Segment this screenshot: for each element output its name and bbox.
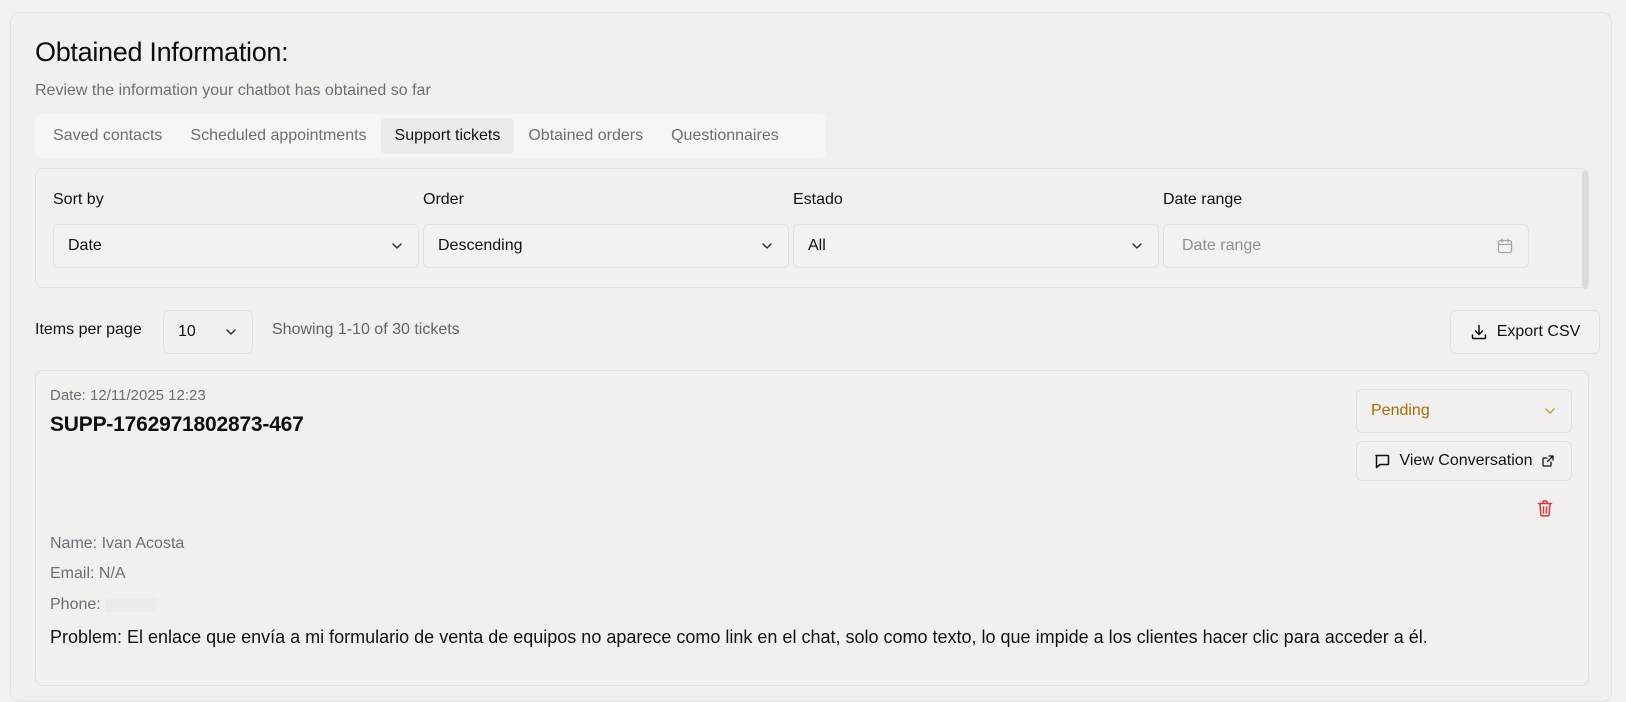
ticket-date: Date: 12/11/2025 12:23 <box>50 387 206 404</box>
ticket-name: Name: Ivan Acosta <box>50 535 185 552</box>
filters-panel: Sort by Date Order Descending Estado All… <box>35 168 1589 289</box>
tab-scheduled-appointments[interactable]: Scheduled appointments <box>176 118 380 154</box>
date-range-placeholder: Date range <box>1182 237 1262 254</box>
download-icon <box>1471 324 1486 340</box>
view-conversation-label: View Conversation <box>1399 452 1533 469</box>
tab-obtained-orders[interactable]: Obtained orders <box>514 118 657 154</box>
tab-questionnaires[interactable]: Questionnaires <box>657 118 793 154</box>
chevron-down-icon <box>392 243 402 249</box>
sort-by-select[interactable]: Date <box>53 224 419 268</box>
order-field: Order Descending <box>423 191 789 268</box>
chevron-down-icon <box>1545 408 1555 414</box>
ticket-card: Date: 12/11/2025 12:23 SUPP-176297180287… <box>35 370 1589 686</box>
items-per-page-value: 10 <box>178 323 196 340</box>
page-title: Obtained Information: <box>35 37 289 67</box>
obtained-info-panel: Obtained Information: Review the informa… <box>10 12 1612 702</box>
status-select[interactable]: Pending <box>1356 389 1572 433</box>
filters-scrollbar[interactable] <box>1582 171 1588 289</box>
ticket-phone: Phone: <box>50 596 101 613</box>
ticket-id: SUPP-1762971802873-467 <box>50 413 304 436</box>
chevron-down-icon <box>226 329 236 335</box>
sort-by-label: Sort by <box>53 191 104 208</box>
status-value: Pending <box>1371 402 1430 419</box>
export-csv-button[interactable]: Export CSV <box>1450 310 1600 354</box>
order-label: Order <box>423 191 464 208</box>
estado-select[interactable]: All <box>793 224 1159 268</box>
items-per-page-select[interactable]: 10 <box>163 310 253 354</box>
view-conversation-button[interactable]: View Conversation <box>1356 441 1572 481</box>
estado-field: Estado All <box>793 191 1159 268</box>
items-per-page-label: Items per page <box>35 321 142 338</box>
tab-support-tickets[interactable]: Support tickets <box>380 118 515 154</box>
tab-bar: Saved contacts Scheduled appointments Su… <box>35 114 826 158</box>
delete-ticket-button[interactable] <box>1536 499 1554 523</box>
external-link-icon <box>1541 455 1554 467</box>
sort-by-value: Date <box>68 237 102 254</box>
page-subtitle: Review the information your chatbot has … <box>35 82 431 99</box>
ticket-email: Email: N/A <box>50 565 126 582</box>
calendar-icon <box>1497 238 1513 254</box>
date-range-field: Date range Date range <box>1163 191 1529 268</box>
ticket-phone-row: Phone: <box>50 596 157 614</box>
order-select[interactable]: Descending <box>423 224 789 268</box>
order-value: Descending <box>438 237 523 254</box>
estado-label: Estado <box>793 191 843 208</box>
tab-saved-contacts[interactable]: Saved contacts <box>39 118 176 154</box>
showing-count: Showing 1-10 of 30 tickets <box>272 321 460 338</box>
sort-by-field: Sort by Date <box>53 191 419 268</box>
export-csv-label: Export CSV <box>1496 323 1581 340</box>
chevron-down-icon <box>762 243 772 249</box>
trash-icon <box>1537 500 1553 517</box>
message-square-icon <box>1375 454 1390 469</box>
estado-value: All <box>808 237 826 254</box>
chevron-down-icon <box>1132 243 1142 249</box>
phone-redacted <box>104 597 157 612</box>
date-range-input[interactable]: Date range <box>1163 224 1529 268</box>
date-range-label: Date range <box>1163 191 1243 208</box>
ticket-problem: Problem: El enlace que envía a mi formul… <box>50 627 1428 647</box>
